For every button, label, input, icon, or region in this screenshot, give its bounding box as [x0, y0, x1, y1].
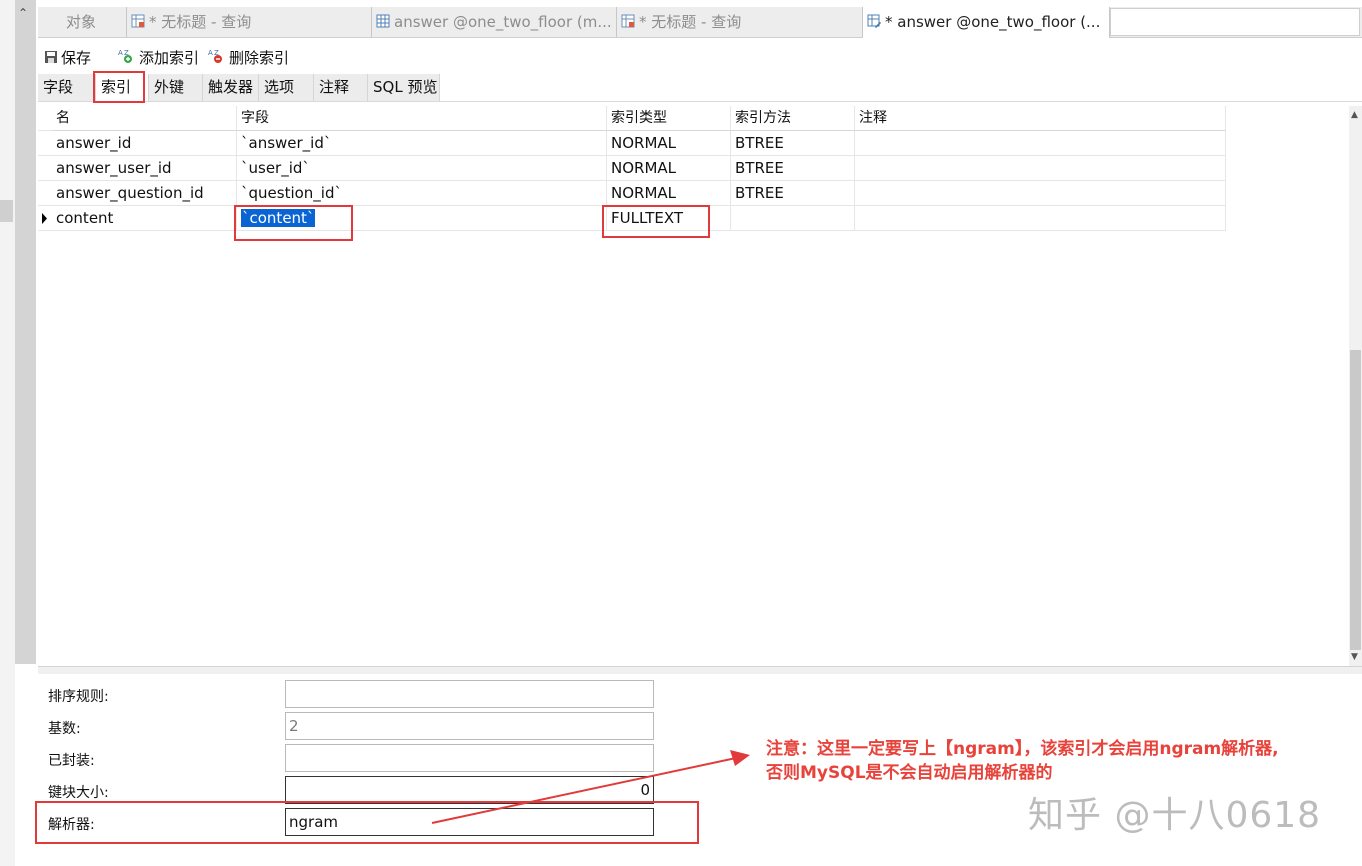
grid-scrollbar[interactable]: ▲ ▼	[1349, 106, 1362, 666]
cell-field[interactable]: `answer_id`	[237, 131, 607, 156]
key-block-size-label: 键块大小:	[48, 785, 109, 801]
current-row-indicator[interactable]	[38, 206, 52, 231]
grid-header-row: 名 字段 索引类型 索引方法 注释	[38, 106, 1226, 131]
collapse-up-icon[interactable]: ⌃	[18, 6, 28, 20]
highlight-indexes-tab	[93, 71, 145, 103]
header-field[interactable]: 字段	[237, 106, 607, 131]
subtab-sql-preview[interactable]: SQL 预览	[368, 74, 440, 101]
add-index-label: 添加索引	[139, 49, 200, 67]
highlight-content-field	[234, 205, 353, 241]
left-gutter	[0, 0, 15, 866]
row-indicator[interactable]	[38, 156, 52, 181]
tab-label: answer @one_two_floor (m...	[394, 13, 612, 31]
collation-label: 排序规则:	[48, 689, 109, 705]
cell-comment[interactable]	[855, 156, 1226, 181]
collation-field[interactable]	[285, 680, 654, 708]
header-index-type[interactable]: 索引类型	[607, 106, 731, 131]
subtab-foreign-keys[interactable]: 外键	[149, 74, 203, 101]
add-index-icon: AZ	[118, 46, 136, 72]
header-index-method[interactable]: 索引方法	[731, 106, 855, 131]
cell-index-method[interactable]	[731, 206, 855, 231]
tab-answer-table[interactable]: answer @one_two_floor (m...	[372, 7, 617, 37]
annotation-line-2: 否则MySQL是不会自动启用解析器的	[766, 763, 1053, 783]
gutter-marker	[0, 200, 13, 222]
cell-field[interactable]: `user_id`	[237, 156, 607, 181]
document-tab-bar: 对象 * 无标题 - 查询 answer @one_two_floor (m..…	[38, 7, 1362, 38]
cell-comment[interactable]	[855, 181, 1226, 206]
cell-name[interactable]: answer_id	[52, 131, 237, 156]
tab-label: * answer @one_two_floor (...	[885, 13, 1101, 31]
cell-index-method[interactable]: BTREE	[731, 181, 855, 206]
cell-index-method[interactable]: BTREE	[731, 131, 855, 156]
cell-name[interactable]: content	[52, 206, 237, 231]
table-row[interactable]: answer_id `answer_id` NORMAL BTREE	[38, 131, 1226, 156]
design-subtabs: 字段 索引 外键 触发器 选项 注释 SQL 预览	[38, 74, 1362, 102]
table-row[interactable]: answer_user_id `user_id` NORMAL BTREE	[38, 156, 1226, 181]
cell-index-type[interactable]: NORMAL	[607, 181, 731, 206]
tab-untitled-query-2[interactable]: * 无标题 - 查询	[617, 7, 863, 37]
scroll-down-icon[interactable]: ▼	[1351, 652, 1358, 662]
row-indicator[interactable]	[38, 181, 52, 206]
delete-index-button[interactable]: AZ 删除索引	[208, 45, 289, 71]
cell-comment[interactable]	[855, 131, 1226, 156]
cell-index-type[interactable]: NORMAL	[607, 156, 731, 181]
cell-name[interactable]: answer_user_id	[52, 156, 237, 181]
row-indicator[interactable]	[38, 131, 52, 156]
subtab-triggers[interactable]: 触发器	[203, 74, 259, 101]
tab-answer-design[interactable]: * answer @one_two_floor (...	[863, 7, 1110, 38]
packed-label: 已封装:	[48, 753, 95, 769]
scroll-thumb[interactable]	[1350, 350, 1361, 650]
header-comment[interactable]: 注释	[855, 106, 1226, 131]
delete-index-icon: AZ	[208, 46, 226, 72]
save-icon	[44, 46, 58, 72]
svg-text:A: A	[208, 49, 213, 57]
cell-name[interactable]: answer_question_id	[52, 181, 237, 206]
cell-index-type[interactable]: NORMAL	[607, 131, 731, 156]
tab-objects[interactable]: 对象	[38, 7, 127, 37]
subtab-options[interactable]: 选项	[259, 74, 314, 101]
table-row[interactable]: answer_question_id `question_id` NORMAL …	[38, 181, 1226, 206]
svg-text:A: A	[118, 49, 123, 57]
save-label: 保存	[61, 49, 92, 67]
tab-untitled-query-1[interactable]: * 无标题 - 查询	[127, 7, 372, 37]
current-row-arrow-icon	[42, 213, 47, 224]
annotation-note: 注意：这里一定要写上【ngram】，该索引才会启用ngram解析器, 否则MyS…	[766, 737, 1356, 785]
tab-label: * 无标题 - 查询	[639, 13, 742, 31]
cardinality-label: 基数:	[48, 721, 81, 737]
annotation-line-1: 注意：这里一定要写上【ngram】，该索引才会启用ngram解析器,	[766, 739, 1279, 759]
index-grid: 名 字段 索引类型 索引方法 注释 answer_id `answer_id` …	[38, 106, 1348, 666]
scroll-up-icon[interactable]: ▲	[1351, 110, 1358, 120]
watermark: 知乎 @十八0618	[1028, 795, 1322, 836]
subtab-comment[interactable]: 注释	[314, 74, 368, 101]
delete-index-label: 删除索引	[229, 49, 290, 67]
query-icon	[131, 8, 145, 38]
cell-comment[interactable]	[855, 206, 1226, 231]
tab-overflow-area	[1110, 8, 1360, 36]
navigation-pane-collapsed[interactable]: ⌃	[15, 0, 36, 664]
row-indicator-header	[38, 106, 52, 131]
add-index-button[interactable]: AZ 添加索引	[118, 45, 199, 71]
tab-label: 对象	[66, 13, 97, 31]
highlight-fulltext-type	[602, 205, 710, 238]
table-design-icon	[867, 8, 881, 38]
cell-index-method[interactable]: BTREE	[731, 156, 855, 181]
tab-label: * 无标题 - 查询	[149, 13, 252, 31]
query-icon	[621, 8, 635, 38]
table-icon	[376, 8, 390, 38]
subtab-fields[interactable]: 字段	[38, 74, 96, 101]
highlight-parser-row	[35, 801, 699, 844]
packed-field[interactable]	[285, 744, 654, 772]
key-block-size-field[interactable]: 0	[285, 776, 654, 804]
save-button[interactable]: 保存	[44, 45, 91, 71]
cell-field[interactable]: `question_id`	[237, 181, 607, 206]
header-name[interactable]: 名	[52, 106, 237, 131]
cardinality-field[interactable]: 2	[285, 712, 654, 740]
